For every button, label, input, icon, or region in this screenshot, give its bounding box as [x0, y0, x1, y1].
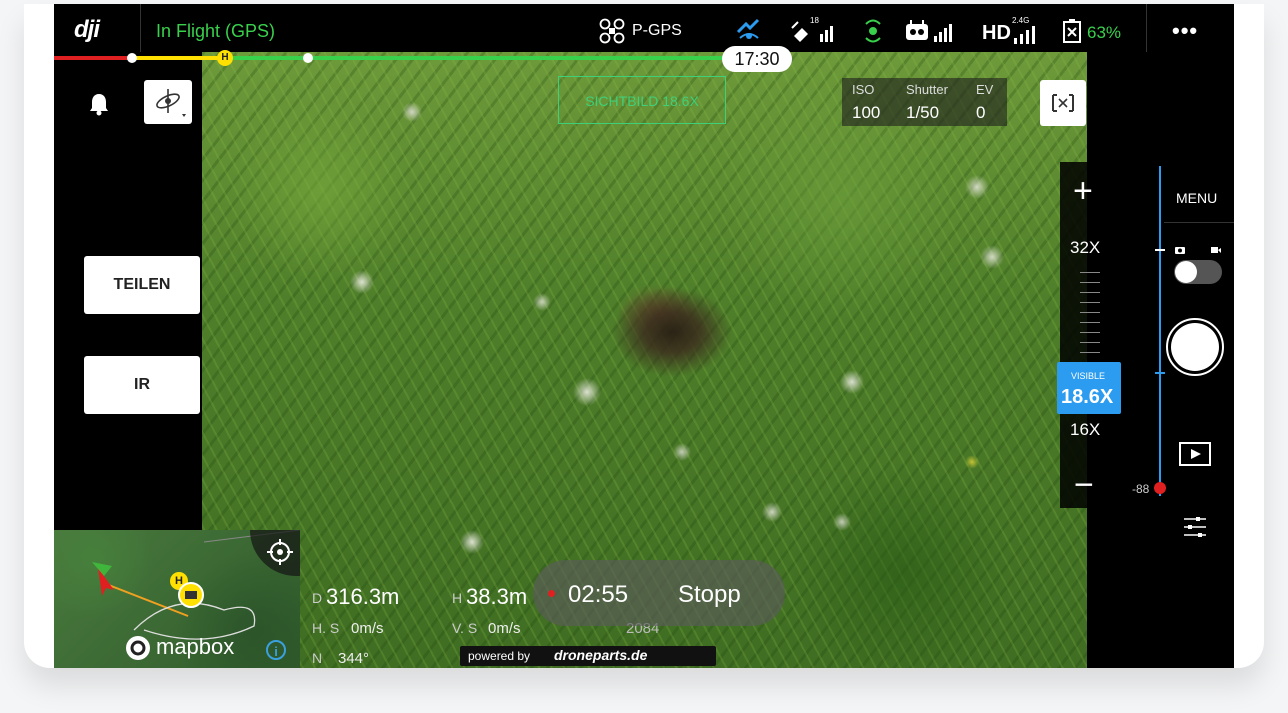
heading-prefix: N: [312, 650, 323, 666]
info-icon[interactable]: i: [266, 640, 286, 660]
gimbal-tick: [1155, 372, 1165, 374]
distance-prefix: D: [312, 590, 323, 606]
hspeed-value: 0m/s: [351, 620, 384, 637]
watermark-brand: droneparts.de: [554, 647, 648, 663]
bell-icon[interactable]: [88, 92, 110, 121]
shutter-button-inner[interactable]: [1171, 323, 1219, 371]
mapbox-brand: mapbox: [156, 634, 235, 659]
iso-value: 100: [852, 103, 881, 122]
divider: [1164, 222, 1234, 223]
flight-mode-button[interactable]: [144, 80, 192, 124]
video-link-label[interactable]: HD: [982, 22, 1011, 45]
gimbal-pitch-value: -88: [1132, 482, 1150, 496]
divider: [1146, 4, 1147, 52]
battery-percent: 63%: [1087, 23, 1122, 42]
track-marker: [303, 53, 313, 63]
rc-signal-icon[interactable]: [860, 16, 886, 51]
zoom-ticks: [1080, 272, 1100, 356]
iso-label: ISO: [852, 82, 875, 97]
menu-button[interactable]: MENU: [1176, 190, 1217, 206]
ir-button[interactable]: IR: [84, 356, 200, 414]
track-segment-red: [54, 56, 132, 60]
track-marker: [127, 53, 137, 63]
gimbal-tick: [1155, 249, 1165, 251]
heading-value: 344°: [338, 650, 370, 667]
distance-value: 316.3m: [326, 584, 400, 609]
battery-icon[interactable]: [1060, 18, 1086, 49]
shutter-label: Shutter: [906, 82, 948, 97]
hspeed-prefix: H. S: [312, 620, 340, 636]
zoom-in-button[interactable]: +: [1073, 172, 1093, 211]
zoom-min-label: 16X: [1070, 420, 1101, 439]
remaining-flight-time: 17:30: [722, 46, 792, 72]
zoom-max-label: 32X: [1070, 238, 1101, 257]
dji-logo: dji: [74, 16, 100, 43]
dji-go-screen: dji In Flight (GPS) P-GPS 18 HD 2.4G 63%…: [54, 4, 1234, 668]
mini-map[interactable]: H mapbox i: [54, 530, 300, 668]
mapbox-logo-icon: [124, 634, 152, 667]
gimbal-position-handle[interactable]: [1154, 482, 1166, 494]
video-mode-icon: [1210, 242, 1222, 260]
map-controller-marker: [178, 582, 204, 608]
obstacle-sensing-icon[interactable]: [734, 16, 764, 49]
ev-value: 0: [976, 103, 986, 122]
drone-icon: [599, 18, 625, 49]
zoom-current-value: 18.6X: [1061, 386, 1114, 408]
recording-dot: [548, 590, 555, 597]
height-value: 38.3m: [466, 584, 528, 609]
crosshair-icon[interactable]: [266, 538, 294, 571]
camera-view-label[interactable]: SICHTBILD 18.6X: [558, 76, 726, 124]
camera-settings-icon[interactable]: [1182, 514, 1208, 545]
vspeed-prefix: V. S: [452, 620, 478, 636]
gimbal-pitch-slider[interactable]: [1159, 166, 1161, 496]
satellite-count: 18: [810, 16, 819, 25]
divider: [140, 4, 141, 52]
shutter-value: 1/50: [906, 103, 940, 122]
photo-mode-icon: [1174, 242, 1186, 260]
zoom-mode-label: VISIBLE: [1071, 371, 1106, 381]
track-segment-yellow: [132, 56, 230, 60]
playback-icon[interactable]: [1178, 440, 1212, 473]
ev-label: EV: [976, 82, 994, 97]
focus-mode-button[interactable]: [1040, 80, 1086, 126]
vspeed-value: 0m/s: [488, 620, 521, 637]
flight-status[interactable]: In Flight (GPS): [156, 21, 275, 42]
remote-controller-icon[interactable]: [904, 18, 960, 49]
stop-recording-button[interactable]: Stopp: [678, 581, 741, 609]
recording-time: 02:55: [568, 581, 629, 608]
video-link-band: 2.4G: [1012, 16, 1030, 25]
share-button[interactable]: TEILEN: [84, 256, 200, 314]
watermark-prefix: powered by: [468, 649, 531, 663]
video-signal-icon: [1012, 26, 1040, 49]
zoom-out-button[interactable]: −: [1074, 466, 1094, 505]
height-prefix: H: [452, 590, 463, 606]
more-menu-button[interactable]: •••: [1172, 18, 1198, 44]
toggle-knob: [1175, 261, 1197, 283]
home-point-badge: H: [217, 50, 233, 66]
gps-mode[interactable]: P-GPS: [632, 22, 682, 40]
